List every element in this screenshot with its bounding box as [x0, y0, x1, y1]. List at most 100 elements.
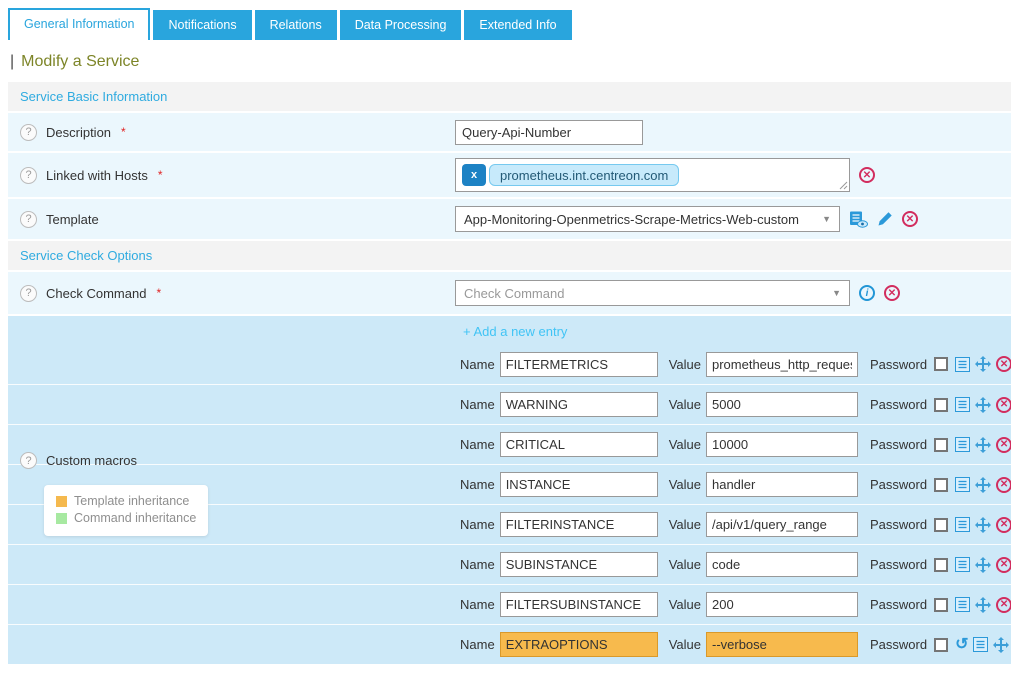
delete-macro-icon[interactable]: ✕ [996, 557, 1011, 573]
macro-row: Name Value Password ↺ ✕ [8, 584, 1011, 624]
macro-value-input[interactable] [706, 592, 858, 617]
delete-macro-icon[interactable]: ✕ [996, 477, 1011, 493]
password-checkbox[interactable] [934, 558, 948, 572]
tab-general-information[interactable]: General Information [8, 8, 150, 40]
clear-check-command-icon[interactable]: ✕ [884, 285, 900, 301]
macro-password-label: Password [870, 397, 927, 412]
template-select[interactable]: App-Monitoring-Openmetrics-Scrape-Metric… [455, 206, 840, 232]
macro-description-icon[interactable] [955, 397, 970, 412]
info-icon[interactable]: i [859, 285, 875, 301]
macro-name-input[interactable] [500, 632, 658, 657]
tab-relations[interactable]: Relations [255, 10, 337, 40]
help-icon[interactable]: ? [20, 285, 37, 302]
password-checkbox[interactable] [934, 638, 948, 652]
macro-value-label: Value [669, 517, 701, 532]
macro-name-input[interactable] [500, 352, 658, 377]
macro-password-label: Password [870, 477, 927, 492]
move-macro-icon[interactable] [993, 637, 1009, 653]
macro-password-label: Password [870, 357, 927, 372]
title-pipe: | [10, 53, 14, 70]
macro-name-input[interactable] [500, 512, 658, 537]
chevron-down-icon: ▼ [822, 214, 831, 224]
macro-value-label: Value [669, 397, 701, 412]
custom-macros-label: Custom macros [46, 453, 137, 468]
macro-value-label: Value [669, 597, 701, 612]
macro-name-input[interactable] [500, 432, 658, 457]
macro-password-label: Password [870, 437, 927, 452]
macro-name-label: Name [460, 357, 495, 372]
macro-description-icon[interactable] [973, 637, 988, 652]
move-macro-icon[interactable] [975, 397, 991, 413]
move-macro-icon[interactable] [975, 437, 991, 453]
macro-name-input[interactable] [500, 592, 658, 617]
move-macro-icon[interactable] [975, 477, 991, 493]
macro-name-label: Name [460, 597, 495, 612]
delete-macro-icon[interactable]: ✕ [996, 437, 1011, 453]
macro-description-icon[interactable] [955, 477, 970, 492]
password-checkbox[interactable] [934, 598, 948, 612]
macro-value-input[interactable] [706, 512, 858, 537]
help-icon[interactable]: ? [20, 167, 37, 184]
password-checkbox[interactable] [934, 398, 948, 412]
macro-name-input[interactable] [500, 552, 658, 577]
undo-icon[interactable]: ↺ [955, 638, 968, 652]
section-basic-information: Service Basic Information [8, 82, 1011, 111]
move-macro-icon[interactable] [975, 517, 991, 533]
tab-data-processing[interactable]: Data Processing [340, 10, 462, 40]
macro-description-icon[interactable] [955, 357, 970, 372]
password-checkbox[interactable] [934, 478, 948, 492]
delete-macro-icon[interactable]: ✕ [996, 597, 1011, 613]
tab-bar: General Information Notifications Relati… [8, 8, 1011, 40]
help-icon[interactable]: ? [20, 452, 37, 469]
legend-label: Template inheritance [74, 493, 189, 510]
view-template-icon[interactable] [849, 211, 868, 228]
add-new-entry-link[interactable]: + Add a new entry [8, 316, 567, 344]
clear-template-icon[interactable]: ✕ [902, 211, 918, 227]
clear-hosts-icon[interactable]: ✕ [859, 167, 875, 183]
macro-description-icon[interactable] [955, 517, 970, 532]
password-checkbox[interactable] [934, 518, 948, 532]
check-command-select[interactable]: Check Command ▼ [455, 280, 850, 306]
resize-handle-icon[interactable] [839, 181, 848, 190]
tab-notifications[interactable]: Notifications [153, 10, 251, 40]
delete-macro-icon[interactable]: ✕ [996, 517, 1011, 533]
macro-row: Name Value Password ↺ ✕ [8, 344, 1011, 384]
help-icon[interactable]: ? [20, 211, 37, 228]
description-label: Description [46, 125, 111, 140]
macro-value-input[interactable] [706, 472, 858, 497]
section-check-options: Service Check Options [8, 241, 1011, 270]
macro-value-input[interactable] [706, 552, 858, 577]
password-checkbox[interactable] [934, 357, 948, 371]
move-macro-icon[interactable] [975, 356, 991, 372]
macro-value-input[interactable] [706, 352, 858, 377]
page-title: |Modify a Service [10, 53, 1011, 71]
macro-value-input[interactable] [706, 632, 858, 657]
template-selected-value: App-Monitoring-Openmetrics-Scrape-Metric… [464, 212, 799, 227]
macro-name-label: Name [460, 397, 495, 412]
help-icon[interactable]: ? [20, 124, 37, 141]
macro-password-label: Password [870, 597, 927, 612]
custom-macros-section: ? Custom macros Template inheritance Com… [8, 316, 1011, 664]
macro-name-label: Name [460, 637, 495, 652]
description-input[interactable] [455, 120, 643, 145]
macro-row: Name Value Password ↺ ✕ [8, 544, 1011, 584]
macro-name-input[interactable] [500, 472, 658, 497]
macro-row: Name Value Password ↺ ✕ [8, 624, 1011, 664]
host-tag: x prometheus.int.centreon.com [462, 164, 679, 186]
macro-description-icon[interactable] [955, 597, 970, 612]
move-macro-icon[interactable] [975, 557, 991, 573]
move-macro-icon[interactable] [975, 597, 991, 613]
edit-template-icon[interactable] [877, 211, 893, 227]
macro-description-icon[interactable] [955, 437, 970, 452]
tab-extended-info[interactable]: Extended Info [464, 10, 571, 40]
delete-macro-icon[interactable]: ✕ [996, 356, 1011, 372]
macro-value-input[interactable] [706, 392, 858, 417]
linked-hosts-multiselect[interactable]: x prometheus.int.centreon.com [455, 158, 850, 192]
legend-label: Command inheritance [74, 510, 196, 527]
macro-value-input[interactable] [706, 432, 858, 457]
macro-description-icon[interactable] [955, 557, 970, 572]
tag-remove-icon[interactable]: x [462, 164, 486, 186]
password-checkbox[interactable] [934, 438, 948, 452]
delete-macro-icon[interactable]: ✕ [996, 397, 1011, 413]
macro-name-input[interactable] [500, 392, 658, 417]
